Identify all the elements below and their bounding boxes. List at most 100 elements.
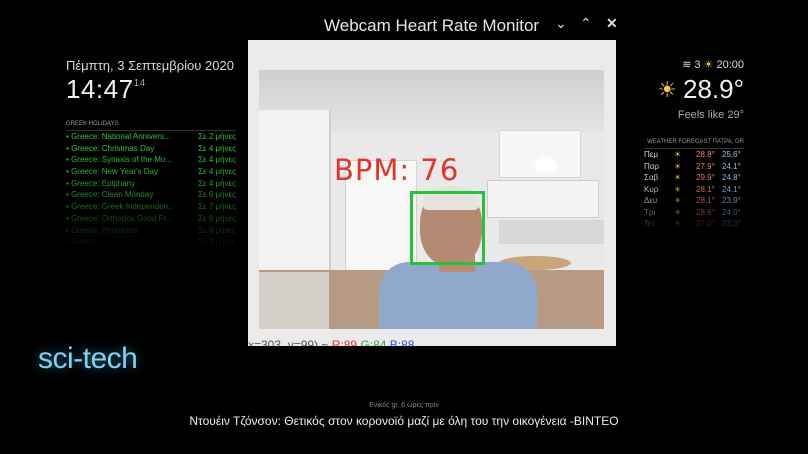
holidays-heading: GREEK HOLIDAYS [66,121,236,131]
blue-value: B:88 [389,338,415,346]
forecast-day: Τετ [644,219,655,228]
forecast-day: Κυρ [644,184,659,194]
forecast-high: 28.1° [696,196,715,205]
sun-icon: ☀ [674,184,682,194]
forecast-low: 23.9° [722,196,741,205]
list-item: Greece: Greek Independen... Σε 7 μήνες [66,201,236,213]
sci-tech-logo: sci-tech [38,342,138,375]
holiday-name: Greece: Synaxis of the Mo... [66,154,172,166]
forecast-high: 29.9° [696,173,715,182]
news-headline[interactable]: Ντουέιν Τζόνσον: Θετικός στον κορονοϊό μ… [0,414,808,428]
cursor-coordinates: x=303, y=99) ~ [248,338,329,346]
holiday-relative-time: Σε 8 μήνες [198,225,236,235]
holiday-name: Greece: Christmas Day [66,143,172,155]
forecast-day: Παρ [644,161,659,171]
time-hours-minutes: 14:47 [66,74,134,104]
current-weather: ☀ 28.9° [644,74,744,105]
weather-top-row: ≋ 3 ☀ 20:00 [644,58,744,71]
forecast-day: Τρι [644,207,656,217]
list-item: Greece: Orthodox Good Fr... Σε 8 μήνες [66,213,236,225]
forecast-low: 24.8° [722,173,741,182]
forecast-row: Σαβ ☀ 29.9° 24.8° [644,172,744,184]
holiday-name: Greece: Pentecost [66,225,172,237]
sun-icon: ☀ [674,196,682,205]
pixel-readout: x=303, y=99) ~ R:89 G:84 B:88 [248,335,616,346]
forecast-low: 24.1° [722,184,741,194]
holiday-relative-time: Σε 6 μήνες [198,190,236,200]
sun-icon: ☀ [674,173,682,182]
holiday-name: Greece: Orthodox Good Fr... [66,213,172,225]
wind-icon: ≋ [682,59,692,71]
holiday-name: Greece: New Year's Day [66,166,172,178]
forecast-day: Δευ [644,196,658,205]
red-value: R:89 [331,338,358,346]
room-lamp [535,158,557,170]
forecast-high: 27.0° [696,219,715,228]
kitchen-cabinet [487,180,599,218]
list-item: Greece: Pentecost Σε 8 μήνες [66,225,236,237]
room-bed [259,272,329,329]
holiday-relative-time: Σε 4 μήνες [198,167,236,177]
webcam-feed: BPM: 76 [259,70,604,329]
forecast-row: Τρι ☀ 28.6° 24.0° [644,207,744,219]
wind-value: 3 [694,59,701,71]
holiday-relative-time: Σε 2 μήνες [198,132,236,141]
holiday-name: Greece: Greek Independen... [66,201,172,213]
holiday-relative-time: Σε 9 μήνες [198,237,236,247]
feels-like: Feels like 29° [677,109,744,121]
app-window: BPM: 76 x=303, y=99) ~ R:89 G:84 B:88 [248,40,616,346]
sun-icon: ☀ [674,207,682,217]
forecast-row: Κυρ ☀ 28.1° 24.1° [644,184,744,196]
time-label: 14:4714 [66,74,236,105]
forecast-high: 28.1° [696,184,715,194]
list-item: Greece: New Year's Day Σε 4 μήνες [66,166,236,178]
sun-icon: ☀ [674,150,682,159]
window-title: Webcam Heart Rate Monitor [324,16,540,35]
holiday-name: Greece: National Annivers... [66,131,172,143]
list-item: Greece: National Annivers... Σε 2 μήνες [66,131,236,143]
holiday-name: Greece: Epiphany [66,178,172,190]
forecast-low: 23.3° [722,219,741,228]
forecast-row: Παρ ☀ 27.9° 24.1° [644,161,744,173]
forecast-low: 25.6° [722,150,741,159]
chevron-up-icon[interactable]: ⌃ [580,15,592,32]
sun-icon: ☀ [657,76,677,102]
holidays-list: Greece: National Annivers... Σε 2 μήνες G… [66,131,236,248]
holiday-name: Greece: Clean Monday [66,189,172,201]
forecast-table: Πεμ ☀ 28.8° 25.6° Παρ ☀ 27.9° 24.1° Σαβ ☀ 29.9° 2… [644,149,744,230]
forecast-heading: WEATHER FORECAST ΠΑΤΡΑ, GR [644,139,744,149]
forecast-row: Πεμ ☀ 28.8° 25.6° [644,149,744,161]
forecast-high: 28.8° [696,150,715,159]
time-seconds: 14 [133,78,146,89]
close-icon[interactable]: ✕ [606,15,618,32]
holiday-relative-time: Σε 4 μήνες [198,155,236,165]
window-titlebar[interactable]: Webcam Heart Rate Monitor ⌄ ⌃ ✕ [240,8,624,40]
current-temperature: 28.9° [682,74,744,104]
weather-widget: ≋ 3 ☀ 20:00 ☀ 28.9° Feels like 29° WEATH… [644,58,744,230]
forecast-row: Δευ ☀ 28.1° 23.9° [644,195,744,207]
room-window [499,130,581,178]
list-item: Greece: ... Σε 9 μήνες [66,236,236,248]
chevron-down-icon[interactable]: ⌄ [555,15,567,32]
kitchen-counter [499,220,604,244]
holiday-relative-time: Σε 4 μήνες [198,143,236,153]
list-item: Greece: Synaxis of the Mo... Σε 4 μήνες [66,154,236,166]
forecast-row: Τετ ☀ 27.0° 23.3° [644,218,744,230]
date-label: Πέμπτη, 3 Σεπτεμβρίου 2020 [66,58,234,73]
list-item: Greece: Christmas Day Σε 4 μήνες [66,143,236,155]
forecast-low: 24.1° [722,161,741,171]
forecast-day: Πεμ [644,150,658,159]
forecast-day: Σαβ [644,173,659,182]
holiday-relative-time: Σε 7 μήνες [198,202,236,212]
sun-icon: ☀ [674,219,682,228]
holiday-relative-time: Σε 8 μήνες [198,213,236,223]
sunset-time: 20:00 [716,59,744,71]
holiday-relative-time: Σε 4 μήνες [198,178,236,188]
bpm-label: BPM: 76 [334,153,460,187]
face-detection-box [410,191,485,265]
forecast-low: 24.0° [722,207,741,217]
forecast-high: 28.6° [696,207,715,217]
list-item: Greece: Epiphany Σε 4 μήνες [66,178,236,190]
forecast-high: 27.9° [696,161,715,171]
clock-widget: Πέμπτη, 3 Σεπτεμβρίου 2020 14:4714 GREEK… [66,58,236,248]
